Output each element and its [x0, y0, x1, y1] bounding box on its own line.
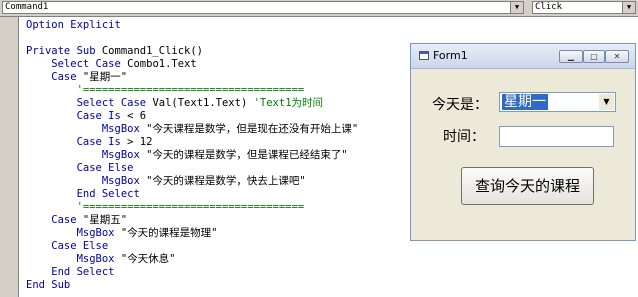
object-combo[interactable]: Command1 ▼ — [2, 1, 524, 14]
code-text: Command1_Click() — [101, 45, 204, 57]
code-line: MsgBox "今天的课程是物理" — [26, 227, 358, 240]
code-editor[interactable]: Option Explicit Private Sub Command1_Clic… — [26, 19, 358, 292]
code-text: "星期一" — [82, 71, 128, 83]
time-label: 时间： — [443, 129, 485, 145]
code-keyword: MsgBox — [26, 253, 121, 265]
code-text: > 12 — [127, 136, 153, 148]
code-comment: '=================================== — [26, 201, 305, 213]
code-line: MsgBox "今天的课程是数学，快去上课吧" — [26, 175, 358, 188]
code-text: "今天课程是数学，但是现在还没有开始上课" — [146, 123, 359, 135]
code-keyword: Case Else — [26, 240, 109, 252]
code-keyword: End Select — [26, 188, 140, 200]
form1-window: Form1 ▁ □ ✕ 今天是： 星期一 ▼ 时间： 查询今天的课程 — [410, 43, 636, 241]
code-keyword: Select Case — [26, 97, 153, 109]
code-text: "星期五" — [82, 214, 128, 226]
code-line: End Sub — [26, 279, 358, 292]
time-input[interactable] — [499, 126, 614, 147]
code-text: "今天休息" — [120, 253, 176, 265]
code-comment: '=================================== — [26, 84, 305, 96]
code-line: Case Else — [26, 240, 358, 253]
code-text: Val(Text1.Text) — [152, 97, 254, 109]
code-keyword: Select Case — [26, 58, 128, 70]
code-keyword: End Sub — [26, 279, 71, 291]
form-window-icon — [419, 51, 429, 60]
day-label: 今天是： — [432, 97, 488, 113]
close-button[interactable]: ✕ — [605, 50, 629, 63]
procedure-combo-value: Click — [535, 2, 563, 12]
code-line: Select Case Val(Text1.Text) 'Text1为时间 — [26, 97, 358, 110]
code-line: '=================================== — [26, 201, 358, 214]
form-title: Form1 — [433, 49, 468, 62]
code-line: End Select — [26, 188, 358, 201]
code-keyword: Case Is — [26, 136, 128, 148]
code-window-toolbar: Command1 ▼ Click ▼ — [0, 0, 638, 17]
code-line: '=================================== — [26, 84, 358, 97]
code-line: Case Is < 6 — [26, 110, 358, 123]
code-keyword: Private Sub — [26, 45, 102, 57]
code-margin — [0, 17, 19, 297]
code-line: Case "星期五" — [26, 214, 358, 227]
code-line: Case Else — [26, 162, 358, 175]
code-keyword: MsgBox — [26, 149, 147, 161]
code-line: MsgBox "今天休息" — [26, 253, 358, 266]
code-line: MsgBox "今天的课程是数学，但是课程已经结束了" — [26, 149, 358, 162]
code-line: Private Sub Command1_Click() — [26, 45, 358, 58]
code-text: < 6 — [127, 110, 147, 122]
code-line: Select Case Combo1.Text — [26, 58, 358, 71]
day-combobox-value: 星期一 — [502, 94, 548, 110]
procedure-combo[interactable]: Click ▼ — [532, 1, 636, 14]
code-keyword: Case Else — [26, 162, 134, 174]
chevron-down-icon[interactable]: ▼ — [599, 94, 614, 110]
code-keyword: Case — [26, 71, 83, 83]
code-keyword: Option Explicit — [26, 19, 121, 31]
code-line: Case Is > 12 — [26, 136, 358, 149]
code-line: MsgBox "今天课程是数学，但是现在还没有开始上课" — [26, 123, 358, 136]
object-combo-dropdown-icon[interactable]: ▼ — [510, 2, 523, 13]
code-keyword: MsgBox — [26, 123, 147, 135]
query-course-button[interactable]: 查询今天的课程 — [461, 167, 594, 205]
procedure-combo-dropdown-icon[interactable]: ▼ — [622, 2, 635, 13]
code-keyword: Case — [26, 214, 83, 226]
code-text: "今天的课程是物理" — [120, 227, 218, 239]
code-keyword: End Select — [26, 266, 115, 278]
code-line: Option Explicit — [26, 19, 358, 32]
object-combo-value: Command1 — [5, 2, 49, 12]
code-line: Case "星期一" — [26, 71, 358, 84]
code-comment: 'Text1为时间 — [253, 97, 324, 109]
form-titlebar[interactable]: Form1 ▁ □ ✕ — [411, 44, 635, 69]
code-keyword: MsgBox — [26, 227, 121, 239]
code-text: "今天的课程是数学，快去上课吧" — [146, 175, 306, 187]
code-keyword: Case Is — [26, 110, 128, 122]
code-text: Combo1.Text — [127, 58, 197, 70]
code-text: "今天的课程是数学，但是课程已经结束了" — [146, 149, 348, 161]
code-line: End Select — [26, 266, 358, 279]
day-combobox[interactable]: 星期一 ▼ — [499, 92, 616, 112]
maximize-button[interactable]: □ — [583, 50, 605, 63]
minimize-button[interactable]: ▁ — [559, 50, 583, 63]
code-keyword: MsgBox — [26, 175, 147, 187]
